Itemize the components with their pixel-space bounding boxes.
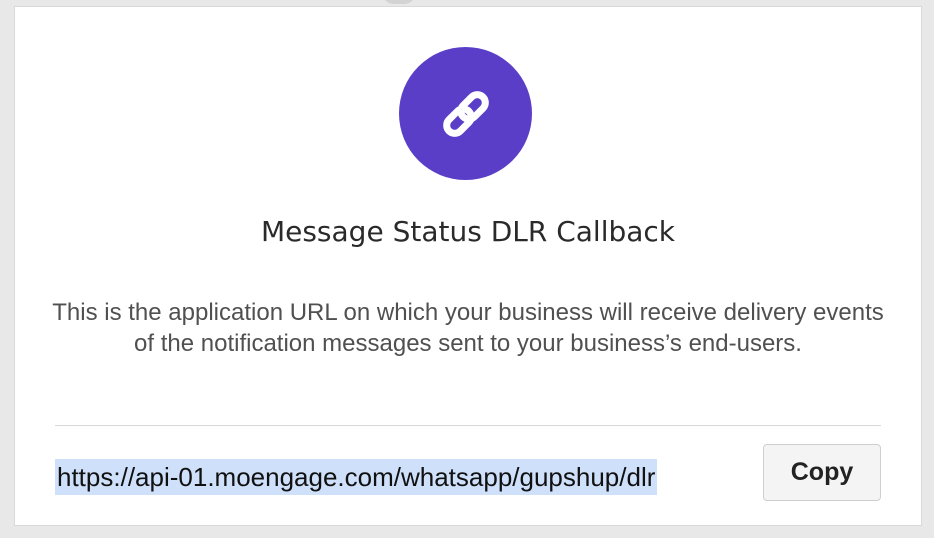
link-icon-badge <box>399 47 532 180</box>
dialog-title: Message Status DLR Callback <box>260 215 676 248</box>
callback-dialog: Message Status DLR Callback This is the … <box>14 6 922 526</box>
link-icon <box>442 90 489 137</box>
page-backdrop: Message Status DLR Callback This is the … <box>0 0 934 538</box>
backdrop-decoration <box>382 0 416 4</box>
divider <box>55 425 881 426</box>
dialog-description: This is the application URL on which you… <box>52 299 884 357</box>
callback-url-text[interactable]: https://api-01.moengage.com/whatsapp/gup… <box>55 459 658 495</box>
copy-button[interactable]: Copy <box>763 444 881 501</box>
